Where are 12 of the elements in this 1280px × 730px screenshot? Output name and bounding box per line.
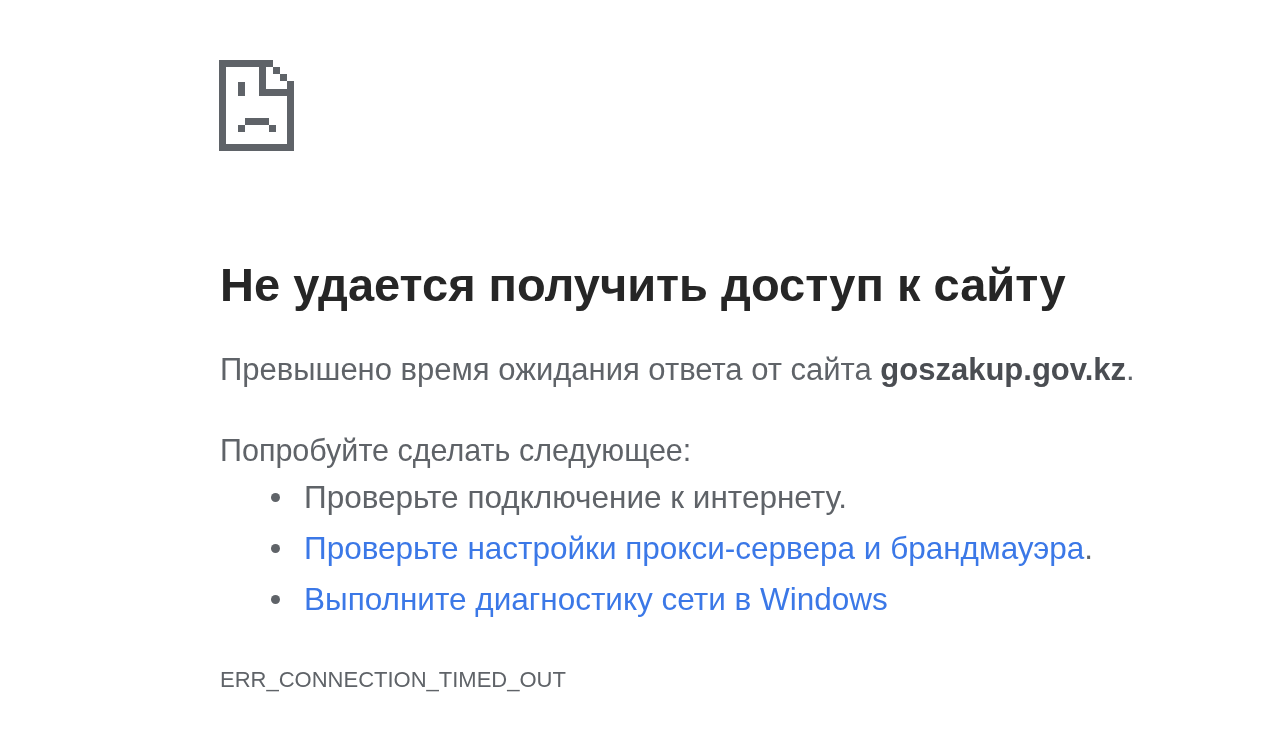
suggestions-title: Попробуйте сделать следующее: [220,432,692,470]
sad-page-icon [219,60,294,151]
suggestion-text: Проверьте настройки прокси-сервера и брандмауэра. [304,530,1094,566]
error-code: ERR_CONNECTION_TIMED_OUT [220,666,566,694]
bullet-icon [271,595,280,604]
bullet-icon [271,544,280,553]
suggestion-link[interactable]: Выполните диагностику сети в Windows [304,581,888,617]
bullet-icon [271,493,280,502]
error-message: Превышено время ожидания ответа от сайта goszakup.gov.kz. [220,351,1135,389]
error-heading: Не удается получить доступ к сайту [220,257,1066,313]
suggestion-link[interactable]: Проверьте настройки прокси-сервера и брандмауэра [304,530,1085,566]
suggestion-text: Проверьте подключение к интернету. [304,479,847,515]
